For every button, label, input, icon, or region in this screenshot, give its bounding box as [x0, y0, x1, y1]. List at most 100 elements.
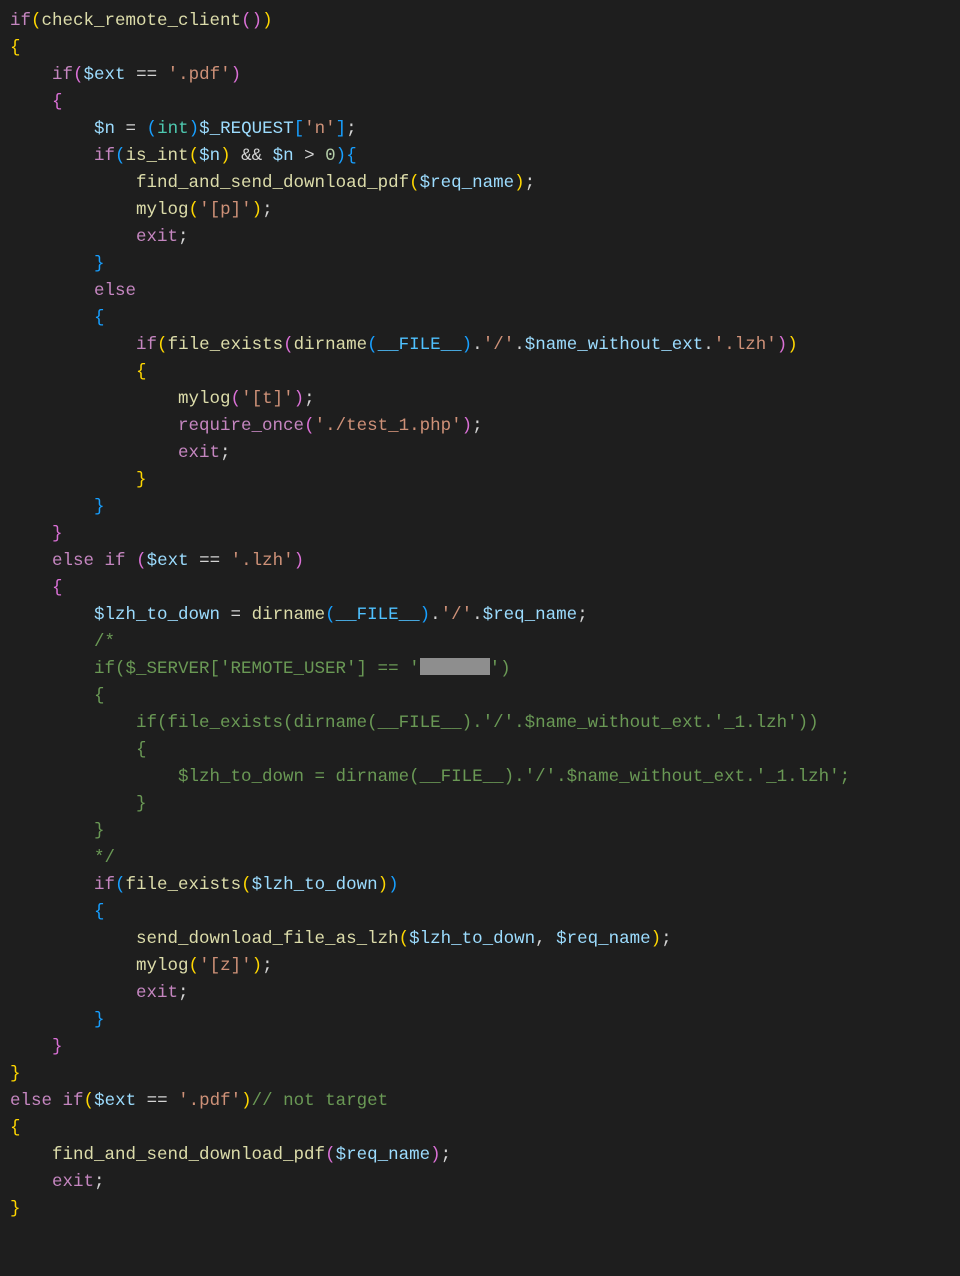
token-cmt: /*: [94, 632, 115, 652]
token-op: [126, 551, 137, 571]
token-fn: mylog: [136, 200, 189, 220]
token-br: (: [31, 11, 42, 31]
token-var: $ext: [147, 551, 189, 571]
token-br2: ): [294, 551, 305, 571]
token-kw: if: [63, 1091, 84, 1111]
token-br: }: [10, 1064, 21, 1084]
token-op: ;: [262, 956, 273, 976]
token-br2: (: [304, 416, 315, 436]
token-br: (: [84, 1091, 95, 1111]
token-br3: }: [94, 1010, 105, 1030]
token-br: ): [252, 200, 263, 220]
token-br2: (: [241, 11, 252, 31]
token-op: ;: [304, 389, 315, 409]
token-br3: (: [367, 335, 378, 355]
token-br3: ): [388, 875, 399, 895]
token-kw: if: [94, 146, 115, 166]
token-op: ;: [262, 200, 273, 220]
token-kw: exit: [136, 983, 178, 1003]
token-fn: file_exists: [126, 875, 242, 895]
token-br: ): [787, 335, 798, 355]
code-block: if(check_remote_client()) { if($ext == '…: [0, 0, 960, 1231]
token-cmt: */: [94, 848, 115, 868]
token-cmt: {: [94, 686, 105, 706]
token-fn: is_int: [126, 146, 189, 166]
token-op: ;: [577, 605, 588, 625]
token-br3: (: [115, 146, 126, 166]
token-str: '[t]': [241, 389, 294, 409]
token-br3: }: [94, 497, 105, 517]
token-br3: }: [94, 254, 105, 274]
token-br3: {: [94, 902, 105, 922]
token-var: $lzh_to_down: [252, 875, 378, 895]
token-kw: if: [94, 875, 115, 895]
token-kw: if: [105, 551, 126, 571]
token-op: .: [472, 335, 483, 355]
token-kw: if: [10, 11, 31, 31]
token-br: (: [409, 173, 420, 193]
token-fn: mylog: [136, 956, 189, 976]
token-br: (: [399, 929, 410, 949]
token-br3: ]: [336, 119, 347, 139]
token-br2: ): [252, 11, 263, 31]
token-br3: (: [325, 605, 336, 625]
token-br2: ): [294, 389, 305, 409]
token-op: =: [115, 119, 147, 139]
token-var: $req_name: [483, 605, 578, 625]
token-op: ;: [220, 443, 231, 463]
token-str: 'n': [304, 119, 336, 139]
token-var: $ext: [84, 65, 126, 85]
token-br: (: [189, 146, 200, 166]
token-br: ): [651, 929, 662, 949]
token-fn: dirname: [252, 605, 326, 625]
token-kw: else: [94, 281, 136, 301]
token-br3: (: [147, 119, 158, 139]
token-br: ): [252, 956, 263, 976]
token-op: .: [430, 605, 441, 625]
token-var: $req_name: [420, 173, 515, 193]
token-br: }: [10, 1199, 21, 1219]
token-str: '.pdf': [168, 65, 231, 85]
token-br: (: [241, 875, 252, 895]
token-var: $req_name: [336, 1145, 431, 1165]
token-br: ): [378, 875, 389, 895]
token-var: $name_without_ext: [525, 335, 704, 355]
token-br3: {: [346, 146, 357, 166]
token-typ: int: [157, 119, 189, 139]
token-br2: ): [231, 65, 242, 85]
token-br3: ): [189, 119, 200, 139]
token-op: ;: [525, 173, 536, 193]
token-op: ==: [189, 551, 231, 571]
token-var: $lzh_to_down: [409, 929, 535, 949]
token-var: $req_name: [556, 929, 651, 949]
token-br: {: [136, 362, 147, 382]
token-op: &&: [231, 146, 273, 166]
token-br3: ): [420, 605, 431, 625]
token-op: ,: [535, 929, 556, 949]
token-br: {: [10, 1118, 21, 1138]
token-br3: [: [294, 119, 305, 139]
token-br2: ): [430, 1145, 441, 1165]
token-var: $lzh_to_down: [94, 605, 220, 625]
token-br2: {: [52, 578, 63, 598]
token-kw: if: [52, 65, 73, 85]
token-cmt: // not target: [252, 1091, 389, 1111]
token-fn: check_remote_client: [42, 11, 242, 31]
token-var: $n: [199, 146, 220, 166]
token-kw: exit: [178, 443, 220, 463]
token-str: '.pdf': [178, 1091, 241, 1111]
token-op: .: [514, 335, 525, 355]
token-str: './test_1.php': [315, 416, 462, 436]
token-cmt: '): [490, 659, 511, 679]
token-str: '[z]': [199, 956, 252, 976]
token-fn: find_and_send_download_pdf: [52, 1145, 325, 1165]
token-op: ==: [136, 1091, 178, 1111]
token-op: >: [294, 146, 326, 166]
token-kw: require_once: [178, 416, 304, 436]
token-cst: __FILE__: [336, 605, 420, 625]
token-op: ;: [472, 416, 483, 436]
token-br: ): [262, 11, 273, 31]
token-br2: (: [73, 65, 84, 85]
token-fn: dirname: [294, 335, 368, 355]
token-br: {: [10, 38, 21, 58]
